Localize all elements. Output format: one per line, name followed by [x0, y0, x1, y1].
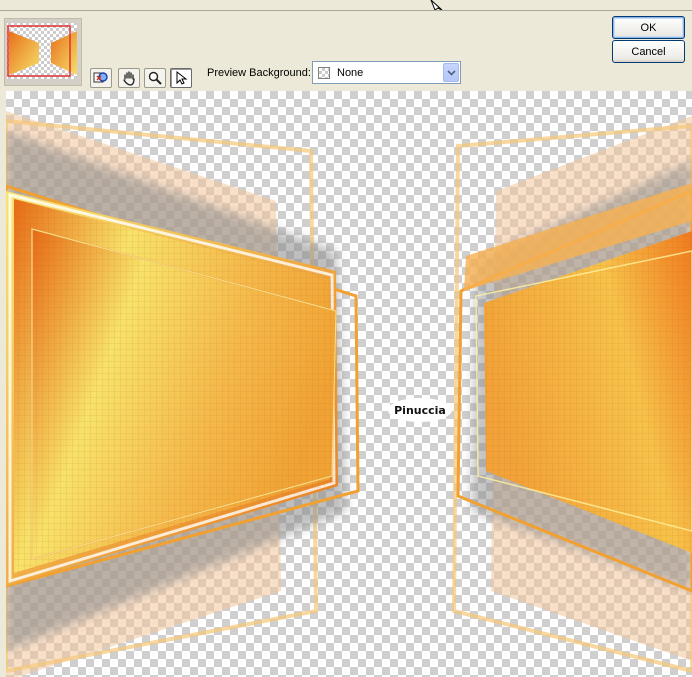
zoom-tool-button[interactable]	[144, 68, 166, 88]
preview-canvas[interactable]: Pinuccia	[6, 91, 692, 677]
magnifier-icon	[148, 71, 162, 85]
pan-zoom-tool-button[interactable]	[90, 68, 112, 88]
window-top-border	[0, 10, 692, 11]
pan-zoom-icon	[93, 72, 108, 83]
pointer-tool-button[interactable]	[170, 68, 192, 88]
preview-background-select[interactable]: None	[312, 61, 461, 84]
hand-icon	[123, 71, 135, 86]
preview-background-value: None	[337, 67, 364, 79]
dropdown-arrow-button[interactable]	[443, 63, 459, 82]
watermark-label: Pinuccia	[394, 403, 446, 417]
chevron-down-icon	[446, 69, 456, 76]
navigator-thumbnail[interactable]	[4, 18, 82, 86]
cancel-button[interactable]: Cancel	[612, 40, 685, 63]
preview-background-label: Preview Background:	[207, 67, 311, 79]
preview-artwork	[6, 111, 692, 677]
mouse-cursor-icon	[430, 0, 443, 10]
pointer-icon	[176, 70, 188, 85]
transparent-swatch-icon	[318, 67, 330, 79]
ok-button[interactable]: OK	[612, 16, 685, 39]
hand-tool-button[interactable]	[118, 68, 140, 88]
